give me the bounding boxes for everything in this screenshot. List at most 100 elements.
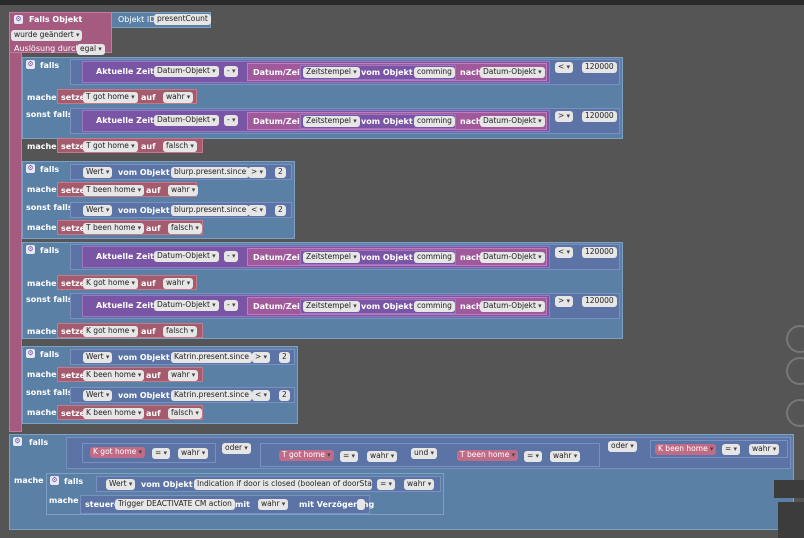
variable-dropdown[interactable]: T been home: [457, 450, 519, 461]
eq-dropdown[interactable]: =: [524, 451, 543, 462]
bool-dropdown[interactable]: wahr: [168, 185, 199, 196]
minus-dropdown[interactable]: -: [224, 115, 239, 126]
variable-dropdown[interactable]: T been home: [83, 185, 145, 196]
bool-dropdown[interactable]: falsch: [163, 326, 197, 337]
variable-dropdown[interactable]: K been home: [83, 370, 145, 381]
trigger-changed-dropdown[interactable]: wurde geändert: [11, 30, 83, 41]
if-label: falls: [40, 165, 60, 174]
eq-dropdown[interactable]: =: [722, 444, 741, 455]
value-dropdown[interactable]: Wert: [83, 205, 113, 216]
set-label: setze: [61, 371, 86, 380]
eq-dropdown[interactable]: =: [152, 448, 171, 459]
date-object-dropdown[interactable]: Datum-Objekt: [480, 67, 545, 78]
bool-dropdown[interactable]: wahr: [404, 479, 435, 490]
and-dropdown[interactable]: und: [411, 448, 438, 459]
object-id-field[interactable]: Katrin.present.since: [171, 352, 253, 363]
timestamp-dropdown[interactable]: Zeitstempel: [303, 252, 360, 263]
variable-dropdown[interactable]: K been home: [83, 408, 145, 419]
control-target-field[interactable]: Trigger DEACTIVATE CM action: [115, 499, 235, 510]
gear-icon[interactable]: ⚙: [13, 437, 22, 446]
gear-icon[interactable]: ⚙: [14, 15, 23, 24]
compare-operator-dropdown[interactable]: >: [248, 167, 267, 178]
gear-icon[interactable]: ⚙: [50, 476, 59, 485]
if-label: falls: [29, 438, 49, 447]
value-dropdown[interactable]: Wert: [83, 390, 113, 401]
date-object-dropdown[interactable]: Datum-Objekt: [480, 252, 545, 263]
object-id-field[interactable]: comming: [414, 252, 455, 263]
number-field[interactable]: 120000: [582, 296, 617, 307]
date-object-dropdown[interactable]: Datum-Objekt: [154, 66, 219, 77]
bool-dropdown[interactable]: wahr: [550, 451, 581, 462]
triggered-by-dropdown[interactable]: egal: [77, 44, 105, 55]
zoom-out-icon[interactable]: [786, 399, 804, 427]
bool-dropdown[interactable]: falsch: [163, 141, 197, 152]
variable-dropdown[interactable]: T got home: [83, 92, 138, 103]
compare-operator-dropdown[interactable]: <: [252, 390, 271, 401]
variable-dropdown[interactable]: K been home: [655, 444, 717, 455]
bool-dropdown[interactable]: falsch: [168, 408, 202, 419]
object-id-field[interactable]: Katrin.present.since: [171, 390, 253, 401]
variable-dropdown[interactable]: T got home: [83, 141, 138, 152]
or-dropdown[interactable]: oder: [222, 443, 251, 454]
number-field[interactable]: 120000: [582, 111, 617, 122]
eq-dropdown[interactable]: =: [377, 479, 396, 490]
compare-operator-dropdown[interactable]: <: [555, 62, 574, 73]
value-dropdown[interactable]: Wert: [106, 479, 136, 490]
number-field[interactable]: 2: [279, 352, 290, 363]
gear-icon[interactable]: ⚙: [26, 245, 35, 254]
timestamp-dropdown[interactable]: Zeitstempel: [303, 67, 360, 78]
value-dropdown[interactable]: Wert: [83, 352, 113, 363]
bool-dropdown[interactable]: wahr: [367, 451, 398, 462]
minus-dropdown[interactable]: -: [224, 251, 239, 262]
compare-operator-dropdown[interactable]: >: [252, 352, 271, 363]
value-dropdown[interactable]: Wert: [83, 167, 113, 178]
minus-dropdown[interactable]: -: [224, 300, 239, 311]
date-object-dropdown[interactable]: Datum-Objekt: [480, 116, 545, 127]
timestamp-dropdown[interactable]: Zeitstempel: [303, 301, 360, 312]
or-dropdown[interactable]: oder: [608, 441, 637, 452]
trash-can-icon[interactable]: [778, 502, 804, 538]
bool-dropdown[interactable]: wahr: [178, 448, 209, 459]
variable-dropdown[interactable]: T been home: [83, 223, 145, 234]
object-id-field[interactable]: Indication if door is closed (boolean of…: [194, 479, 372, 490]
bool-dropdown[interactable]: wahr: [163, 278, 194, 289]
timestamp-dropdown[interactable]: Zeitstempel: [303, 116, 360, 127]
zoom-in-icon[interactable]: [786, 357, 804, 385]
date-object-dropdown[interactable]: Datum-Objekt: [154, 115, 219, 126]
number-field[interactable]: 2: [275, 167, 286, 178]
minus-dropdown[interactable]: -: [224, 66, 239, 77]
number-field[interactable]: 120000: [582, 62, 617, 73]
compare-operator-dropdown[interactable]: >: [555, 296, 574, 307]
gear-icon[interactable]: ⚙: [26, 60, 35, 69]
object-id-field[interactable]: blurp.present.since: [171, 167, 250, 178]
date-object-dropdown[interactable]: Datum-Objekt: [154, 300, 219, 311]
bool-dropdown[interactable]: wahr: [168, 370, 199, 381]
object-id-field[interactable]: comming: [414, 301, 455, 312]
bool-dropdown[interactable]: falsch: [168, 223, 202, 234]
compare-operator-dropdown[interactable]: <: [555, 247, 574, 258]
number-field[interactable]: 2: [279, 390, 290, 401]
variable-dropdown[interactable]: T got home: [279, 450, 334, 461]
compare-operator-dropdown[interactable]: >: [555, 111, 574, 122]
bool-dropdown[interactable]: wahr: [163, 92, 194, 103]
eq-dropdown[interactable]: =: [340, 451, 359, 462]
variable-dropdown[interactable]: K got home: [90, 447, 145, 458]
bool-dropdown[interactable]: wahr: [258, 499, 289, 510]
object-id-field[interactable]: comming: [414, 116, 455, 127]
object-id-field[interactable]: blurp.present.since: [171, 205, 250, 216]
set-label: setze: [61, 279, 86, 288]
center-icon[interactable]: [786, 325, 804, 353]
compare-operator-dropdown[interactable]: <: [248, 205, 267, 216]
object-id-field[interactable]: comming: [414, 67, 455, 78]
gear-icon[interactable]: ⚙: [26, 349, 35, 358]
trash-icon[interactable]: [774, 480, 804, 498]
number-field[interactable]: 120000: [582, 247, 617, 258]
gear-icon[interactable]: ⚙: [26, 164, 35, 173]
date-object-dropdown[interactable]: Datum-Objekt: [154, 251, 219, 262]
delay-checkbox[interactable]: [357, 499, 365, 510]
variable-dropdown[interactable]: K got home: [83, 278, 138, 289]
variable-dropdown[interactable]: K got home: [83, 326, 138, 337]
trigger-object-id-field[interactable]: presentCount: [154, 14, 211, 25]
number-field[interactable]: 2: [275, 205, 286, 216]
date-object-dropdown[interactable]: Datum-Objekt: [480, 301, 545, 312]
